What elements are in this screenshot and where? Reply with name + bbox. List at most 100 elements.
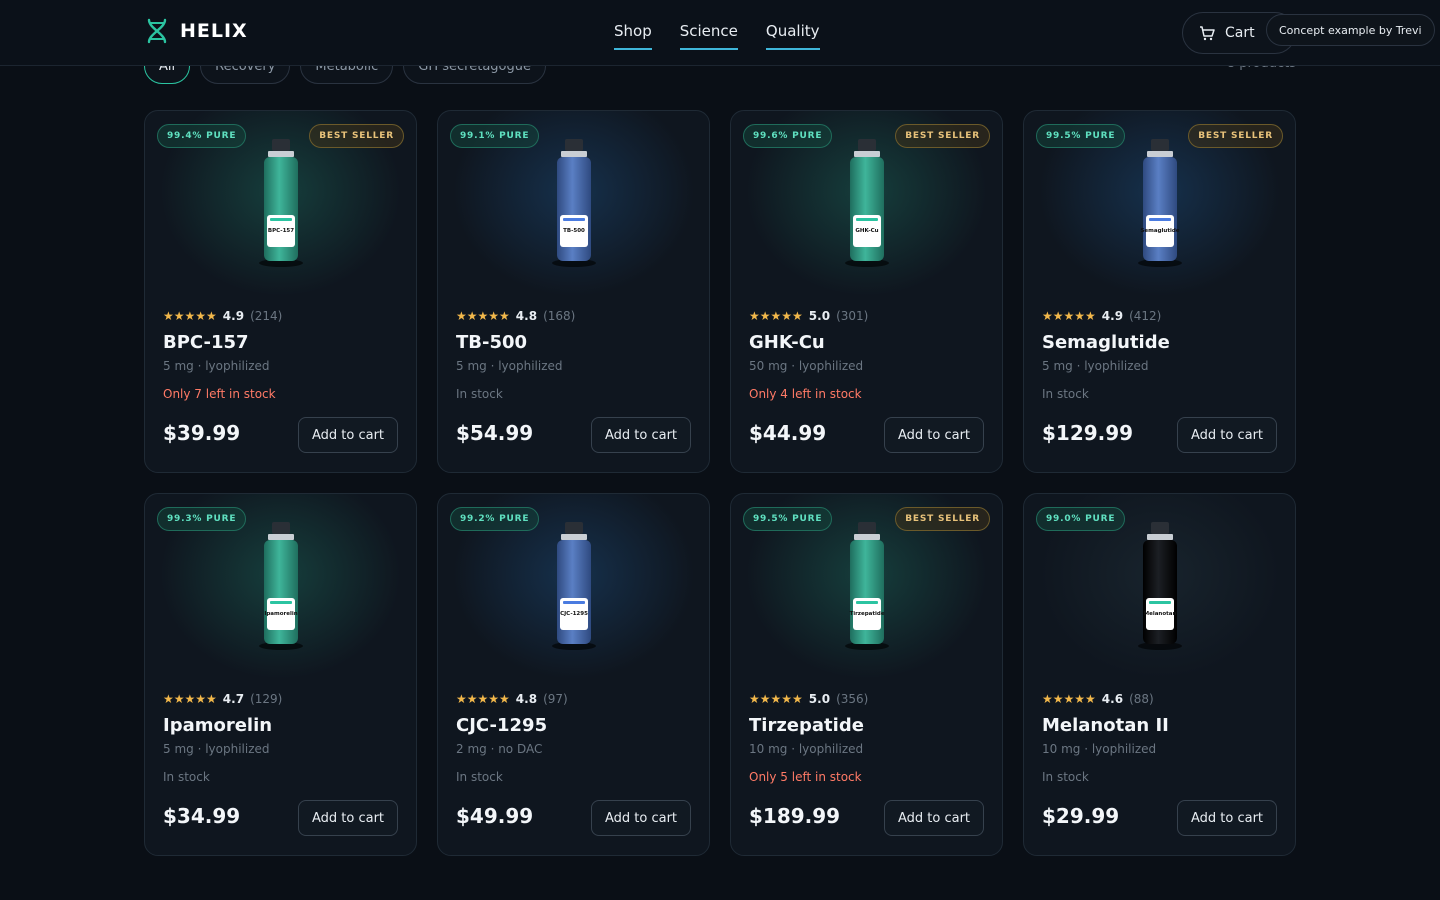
product-name[interactable]: Semaglutide: [1042, 332, 1170, 353]
product-spec: 5 mg · lyophilized: [456, 359, 563, 373]
review-count: (412): [1129, 309, 1162, 323]
purity-badge: 99.1% PURE: [450, 124, 540, 148]
star-rating-icon: ★★★★★: [1042, 309, 1096, 323]
vial-label: GHK-Cu: [855, 228, 878, 234]
product-spec: 2 mg · no DAC: [456, 742, 543, 756]
product-name[interactable]: CJC-1295: [456, 715, 547, 736]
add-to-cart-button[interactable]: Add to cart: [298, 800, 398, 836]
vial-image: Tirzepatide: [844, 522, 889, 650]
rating-score: 4.6: [1101, 692, 1124, 706]
cart-icon: [1200, 26, 1215, 41]
product-card[interactable]: 99.3% PURE Ipamorelin ★★★★★ 4.7 (129) Ip…: [144, 493, 417, 856]
star-rating-icon: ★★★★★: [749, 309, 803, 323]
add-to-cart-button[interactable]: Add to cart: [591, 800, 691, 836]
review-count: (97): [543, 692, 568, 706]
vial-image: Semaglutide: [1137, 139, 1182, 267]
rating: ★★★★★ 5.0 (356): [749, 692, 868, 706]
stock-status: In stock: [456, 770, 503, 784]
product-price: $54.99: [456, 421, 534, 445]
product-price: $44.99: [749, 421, 827, 445]
rating: ★★★★★ 4.9 (412): [1042, 309, 1161, 323]
review-count: (356): [836, 692, 869, 706]
star-rating-icon: ★★★★★: [163, 692, 217, 706]
review-count: (129): [250, 692, 283, 706]
product-price: $34.99: [163, 804, 241, 828]
product-card[interactable]: 99.6% PURE BEST SELLER GHK-Cu ★★★★★ 5.0 …: [730, 110, 1003, 473]
add-to-cart-button[interactable]: Add to cart: [884, 800, 984, 836]
product-card[interactable]: 99.1% PURE TB-500 ★★★★★ 4.8 (168) TB-500…: [437, 110, 710, 473]
product-card[interactable]: 99.0% PURE Melanotan ★★★★★ 4.6 (88) Mela…: [1023, 493, 1296, 856]
product-name[interactable]: GHK-Cu: [749, 332, 825, 353]
rating: ★★★★★ 4.8 (168): [456, 309, 575, 323]
rating: ★★★★★ 5.0 (301): [749, 309, 868, 323]
concept-credit-badge: Concept example by Trevi: [1266, 14, 1435, 46]
add-to-cart-button[interactable]: Add to cart: [298, 417, 398, 453]
helix-icon: [147, 18, 167, 44]
nav-shop[interactable]: Shop: [614, 22, 652, 50]
purity-badge: 99.5% PURE: [743, 507, 833, 531]
stock-status: In stock: [456, 387, 503, 401]
purity-badge: 99.5% PURE: [1036, 124, 1126, 148]
product-name[interactable]: BPC-157: [163, 332, 249, 353]
product-card[interactable]: 99.5% PURE BEST SELLER Semaglutide ★★★★★…: [1023, 110, 1296, 473]
brand-logo[interactable]: HELIX: [146, 18, 248, 44]
brand-name: HELIX: [180, 20, 248, 42]
product-spec: 10 mg · lyophilized: [1042, 742, 1157, 756]
nav-quality[interactable]: Quality: [765, 22, 820, 50]
product-spec: 10 mg · lyophilized: [749, 742, 864, 756]
star-rating-icon: ★★★★★: [1042, 692, 1096, 706]
main-nav: Shop Science Quality: [614, 22, 820, 50]
product-name[interactable]: Tirzepatide: [749, 715, 864, 736]
stock-status: Only 5 left in stock: [749, 770, 862, 784]
product-card[interactable]: 99.4% PURE BEST SELLER BPC-157 ★★★★★ 4.9…: [144, 110, 417, 473]
purity-badge: 99.4% PURE: [157, 124, 247, 148]
product-price: $189.99: [749, 804, 841, 828]
best-seller-badge: BEST SELLER: [895, 124, 990, 148]
nav-science[interactable]: Science: [679, 22, 738, 50]
stock-status: Only 4 left in stock: [749, 387, 862, 401]
product-spec: 50 mg · lyophilized: [749, 359, 864, 373]
rating: ★★★★★ 4.9 (214): [163, 309, 282, 323]
stock-status: In stock: [1042, 770, 1089, 784]
vial-label: Melanotan: [1143, 611, 1176, 617]
stock-status: In stock: [1042, 387, 1089, 401]
rating: ★★★★★ 4.8 (97): [456, 692, 568, 706]
star-rating-icon: ★★★★★: [163, 309, 217, 323]
review-count: (214): [250, 309, 283, 323]
vial-image: TB-500: [551, 139, 596, 267]
cart-label: Cart: [1225, 25, 1255, 41]
product-name[interactable]: Melanotan II: [1042, 715, 1169, 736]
vial-label: CJC-1295: [560, 611, 588, 617]
product-price: $39.99: [163, 421, 241, 445]
vial-image: GHK-Cu: [844, 139, 889, 267]
add-to-cart-button[interactable]: Add to cart: [884, 417, 984, 453]
product-card[interactable]: 99.5% PURE BEST SELLER Tirzepatide ★★★★★…: [730, 493, 1003, 856]
vial-label: Semaglutide: [1140, 228, 1179, 234]
product-spec: 5 mg · lyophilized: [163, 742, 270, 756]
vial-label: BPC-157: [267, 228, 293, 234]
best-seller-badge: BEST SELLER: [309, 124, 404, 148]
product-card[interactable]: 99.2% PURE CJC-1295 ★★★★★ 4.8 (97) CJC-1…: [437, 493, 710, 856]
rating-score: 4.7: [222, 692, 245, 706]
review-count: (88): [1129, 692, 1154, 706]
rating-score: 5.0: [808, 692, 831, 706]
product-name[interactable]: Ipamorelin: [163, 715, 272, 736]
best-seller-badge: BEST SELLER: [1188, 124, 1283, 148]
add-to-cart-button[interactable]: Add to cart: [1177, 417, 1277, 453]
add-to-cart-button[interactable]: Add to cart: [591, 417, 691, 453]
purity-badge: 99.3% PURE: [157, 507, 247, 531]
vial-label: TB-500: [563, 228, 585, 234]
vial-label: Tirzepatide: [849, 611, 884, 617]
product-spec: 5 mg · lyophilized: [1042, 359, 1149, 373]
vial-image: Melanotan: [1137, 522, 1182, 650]
add-to-cart-button[interactable]: Add to cart: [1177, 800, 1277, 836]
best-seller-badge: BEST SELLER: [895, 507, 990, 531]
product-name[interactable]: TB-500: [456, 332, 527, 353]
product-price: $129.99: [1042, 421, 1134, 445]
site-header: HELIX Shop Science Quality Cart Concept …: [0, 0, 1440, 66]
rating: ★★★★★ 4.7 (129): [163, 692, 282, 706]
review-count: (168): [543, 309, 576, 323]
vial-image: Ipamorelin: [258, 522, 303, 650]
vial-image: BPC-157: [258, 139, 303, 267]
product-spec: 5 mg · lyophilized: [163, 359, 270, 373]
